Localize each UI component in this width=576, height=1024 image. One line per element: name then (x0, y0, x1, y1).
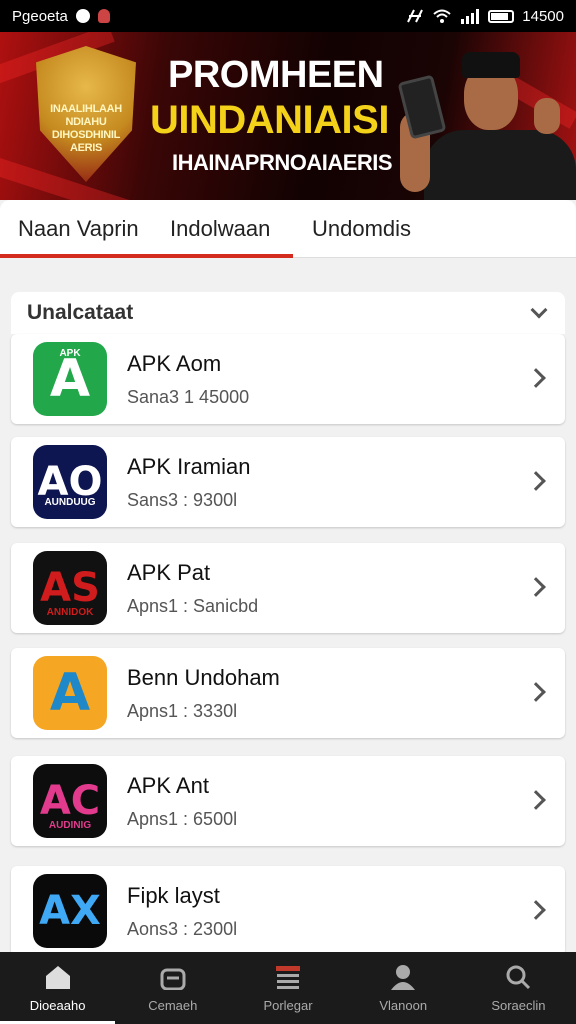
app-name: Benn Undoham (127, 664, 280, 690)
battery-icon (488, 9, 515, 23)
app-name: APK Iramian (127, 453, 251, 479)
nav-item-bag[interactable]: Cemaeh (115, 952, 230, 1024)
status-carrier: Pgeoeta (12, 7, 68, 25)
wifi-icon (433, 9, 451, 23)
nav-label: Vlanoon (379, 997, 428, 1013)
chevron-down-icon[interactable] (530, 301, 548, 319)
nav-item-profile[interactable]: Vlanoon (346, 952, 461, 1024)
store-icon (276, 965, 300, 989)
status-bar: Pgeoeta 14500 (0, 0, 576, 32)
app-meta: Sana3 1 45000 (127, 386, 250, 407)
signal-icon (461, 9, 480, 24)
tab-naan-vaprin[interactable]: Naan Vaprin (0, 200, 160, 258)
app-icon-label: AUDINIG (48, 820, 92, 831)
apk-black-ac-icon: AC AUDINIG (33, 764, 107, 838)
tab-indolwaan[interactable]: Indolwaan (160, 200, 292, 258)
list-item[interactable]: AO AUNDUUG APK Iramian Sans3 : 9300l (11, 437, 565, 527)
app-meta: Aons3 : 2300l (127, 918, 238, 939)
app-meta: Apns1 : 3330l (127, 700, 238, 721)
nav-label: Dioeaaho (29, 997, 86, 1013)
list-item[interactable]: AC AUDINIG APK Ant Apns1 : 6500l (11, 756, 565, 846)
nfc-icon (407, 9, 424, 23)
nav-label: Porlegar (263, 997, 313, 1013)
chevron-right-icon (526, 682, 546, 702)
banner-subtitle: UINDANIAISI (150, 98, 389, 142)
apk-black-as-icon: AS ANNIDOK (33, 551, 107, 625)
app-icon-label: ANNIDOK (46, 607, 94, 618)
list-item[interactable]: A Benn Undoham Apns1 : 3330l (11, 648, 565, 738)
app-icon-glyph: A (49, 663, 91, 723)
person-icon (391, 964, 416, 990)
apk-orange-a-icon: A (33, 656, 107, 730)
category-tabs: Naan Vaprin Indolwaan Undomdis (0, 200, 576, 258)
app-meta: Apns1 : 6500l (127, 808, 238, 829)
crest-line-2: NDIAHU (65, 116, 107, 128)
section-title: Unalcataat (27, 301, 134, 324)
home-icon (45, 965, 70, 989)
chevron-right-icon (526, 368, 546, 388)
banner-tagline: IHAINAPRNOAIAERIS (172, 150, 393, 175)
search-icon (506, 965, 531, 989)
banner-title: PROMHEEN (168, 54, 384, 96)
notification-avatar-icon (97, 9, 110, 23)
app-name: Fipk layst (127, 882, 220, 908)
chevron-right-icon (526, 900, 546, 920)
app-icon-label: APK (59, 348, 81, 359)
bottom-navigation: Dioeaaho Cemaeh Porlegar Vlanoon Soraecl… (0, 952, 576, 1024)
app-name: APK Ant (127, 772, 209, 798)
chevron-right-icon (526, 577, 546, 597)
apk-navy-ao-icon: AO AUNDUUG (33, 445, 107, 519)
list-item[interactable]: AX Fipk layst Aons3 : 2300l (11, 866, 565, 956)
promo-banner[interactable]: INAALIHLAAH NDIAHU DIHOSDHINIL AERIS PRO… (0, 32, 576, 200)
nav-label: Cemaeh (148, 997, 198, 1013)
tab-undomdis[interactable]: Undomdis (292, 200, 452, 258)
app-screen: Pgeoeta 14500 INAALIHLAAH NDIAHU DIHOSDH… (0, 0, 576, 1024)
nav-item-home[interactable]: Dioeaaho (0, 952, 116, 1024)
app-icon-glyph: AX (39, 888, 101, 934)
app-name: APK Aom (127, 350, 222, 376)
active-tab-indicator (0, 254, 293, 258)
app-meta: Apns1 : Sanicbd (127, 595, 259, 616)
banner-person-image (397, 42, 576, 200)
bag-icon (160, 968, 186, 990)
crest-line-1: INAALIHLAAH (50, 103, 122, 115)
chevron-right-icon (526, 790, 546, 810)
crest-emblem: INAALIHLAAH NDIAHU DIHOSDHINIL AERIS (36, 46, 136, 182)
app-meta: Sans3 : 9300l (127, 489, 238, 510)
nav-item-search[interactable]: Soraeclin (461, 952, 576, 1024)
app-icon-label: AUNDUUG (44, 497, 96, 508)
section-header[interactable]: Unalcataat (11, 292, 565, 334)
chevron-right-icon (526, 471, 546, 491)
list-item[interactable]: A APK APK Aom Sana3 1 45000 (11, 334, 565, 424)
crest-line-3: DIHOSDHINIL (51, 129, 121, 141)
list-item[interactable]: AS ANNIDOK APK Pat Apns1 : Sanicbd (11, 543, 565, 633)
apk-black-ax-icon: AX (33, 874, 107, 948)
nav-label: Soraeclin (491, 997, 546, 1013)
app-name: APK Pat (127, 559, 211, 585)
apk-green-a-icon: A APK (33, 342, 107, 416)
crest-line-4: AERIS (69, 142, 103, 154)
status-time: 14500 (522, 7, 564, 25)
nav-item-store[interactable]: Porlegar (230, 952, 345, 1024)
notification-icon (75, 9, 90, 23)
